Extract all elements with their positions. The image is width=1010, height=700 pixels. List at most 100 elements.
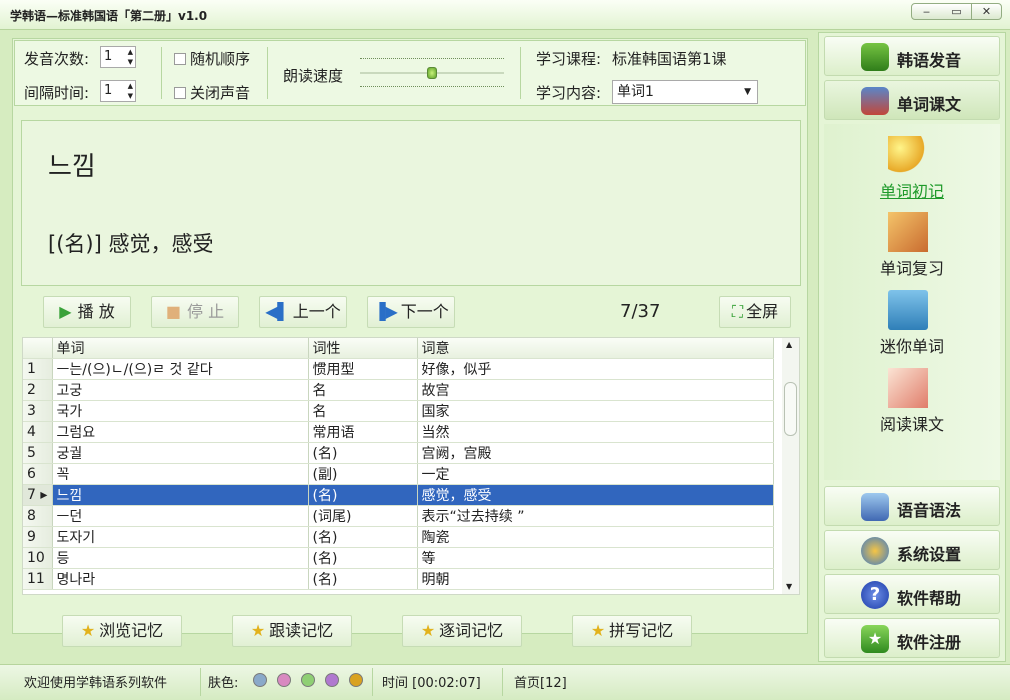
pos-cell: (名) (308, 442, 418, 464)
chevron-down-icon[interactable]: ▼ (744, 81, 751, 103)
monitor-icon[interactable] (888, 290, 928, 330)
content-select[interactable]: 单词1 ▼ (612, 80, 758, 104)
word-cell: 궁궐 (52, 442, 309, 464)
interval-label: 间隔时间: (24, 84, 90, 102)
sidebar-item-vocab-text[interactable]: 单词课文 (824, 80, 1000, 120)
row-index: 9 (23, 526, 53, 548)
table-row[interactable]: 1 ㅡ는/(으)ㄴ/(으)ㄹ 것 같다 惯用型 好像，似乎 (23, 358, 774, 380)
star-icon: ★ (250, 621, 266, 640)
skin-color-swatch[interactable] (253, 673, 267, 687)
row-index: 5 (23, 442, 53, 464)
maximize-button[interactable]: ▭ (941, 3, 972, 20)
meaning-cell: 当然 (417, 421, 774, 443)
word-by-word-button[interactable]: ★ 逐词记忆 (402, 615, 522, 647)
table-row[interactable]: 7 ▸ 느낌 (名) 感觉，感受 (23, 484, 774, 506)
word-cell: 명나라 (52, 568, 309, 590)
table-row[interactable]: 4 그럼요 常用语 当然 (23, 421, 774, 443)
mute-checkbox[interactable] (174, 87, 186, 99)
table-row[interactable]: 2 고궁 名故宫 (23, 379, 774, 401)
sidebar-sub-review[interactable]: 单词复习 (824, 255, 1000, 279)
page-indicator: 首页[12] (514, 676, 567, 691)
table-row[interactable]: 11 명나라 (名) 明朝 (23, 568, 774, 590)
interval-value: 1 (104, 83, 113, 98)
skin-color-swatch[interactable] (301, 673, 315, 687)
pos-cell: (名) (308, 484, 418, 506)
next-button[interactable]: ▐▶ 下一个 (367, 296, 455, 328)
repeat-value: 1 (104, 49, 113, 64)
welcome-text: 欢迎使用学韩语系列软件 (24, 676, 168, 691)
divider (200, 668, 201, 696)
fullscreen-icon: ⛶ (731, 302, 744, 321)
meaning-cell: 一定 (417, 463, 774, 485)
column-header-word[interactable]: 单词 (52, 338, 309, 359)
sidebar-item-settings[interactable]: 系统设置 (824, 530, 1000, 570)
spelling-memory-button[interactable]: ★ 拼写记忆 (572, 615, 692, 647)
meaning-cell: 故宫 (417, 379, 774, 401)
skin-color-swatch[interactable] (349, 673, 363, 687)
previous-icon: ◀▌ (265, 302, 290, 321)
table-row[interactable]: 6 꼭 (副) 一定 (23, 463, 774, 485)
spinner-arrows-icon[interactable]: ▲ ▼ (128, 47, 133, 67)
browse-memory-button[interactable]: ★ 浏览记忆 (62, 615, 182, 647)
follow-read-button[interactable]: ★ 跟读记忆 (232, 615, 352, 647)
row-index: 8 (23, 505, 53, 527)
current-meaning: [(名)] 感觉，感受 (48, 232, 214, 256)
sidebar-sub-mini-words[interactable]: 迷你单词 (824, 333, 1000, 357)
minimize-button[interactable]: ‒ (911, 3, 942, 20)
word-counter: 7/37 (620, 301, 661, 322)
content-label: 学习内容: (536, 84, 602, 102)
random-checkbox[interactable] (174, 53, 186, 65)
divider (502, 668, 503, 696)
books-icon (861, 87, 889, 115)
open-book-icon[interactable] (888, 368, 928, 408)
table-row[interactable]: 3 국가 名国家 (23, 400, 774, 422)
lightbulb-book-icon[interactable] (888, 136, 928, 176)
skin-color-swatch[interactable] (277, 673, 291, 687)
previous-button[interactable]: ◀▌ 上一个 (259, 296, 347, 328)
spinner-arrows-icon[interactable]: ▲ ▼ (128, 81, 133, 101)
divider (267, 47, 268, 99)
stop-icon: ■ (165, 302, 182, 321)
slider-ticks (360, 58, 504, 59)
pos-cell: 名 (308, 379, 418, 401)
stop-button[interactable]: ■ 停 止 (151, 296, 239, 328)
skin-color-swatch[interactable] (325, 673, 339, 687)
sidebar-item-pronunciation[interactable]: 韩语发音 (824, 36, 1000, 76)
column-header-index[interactable] (23, 338, 53, 359)
fullscreen-button[interactable]: ⛶ 全屏 (719, 296, 791, 328)
interval-spinner[interactable]: 1 ▲ ▼ (100, 80, 136, 102)
sidebar-item-register[interactable]: ★ 软件注册 (824, 618, 1000, 658)
scroll-up-icon[interactable]: ▲ (786, 340, 792, 349)
row-index: 2 (23, 379, 53, 401)
row-index: 11 (23, 568, 53, 590)
scrollbar-thumb[interactable] (784, 382, 797, 436)
word-cell: 도자기 (52, 526, 309, 548)
sidebar-item-help[interactable]: ? 软件帮助 (824, 574, 1000, 614)
repeat-spinner[interactable]: 1 ▲ ▼ (100, 46, 136, 68)
sidebar-item-grammar[interactable]: 语音语法 (824, 486, 1000, 526)
row-index: 7 ▸ (23, 484, 53, 506)
books-review-icon[interactable] (888, 212, 928, 252)
speed-slider-thumb[interactable] (427, 67, 437, 79)
table-scrollbar[interactable]: ▲ ▼ (782, 338, 799, 594)
scroll-down-icon[interactable]: ▼ (786, 582, 792, 591)
sidebar-sub-read-text[interactable]: 阅读课文 (824, 411, 1000, 435)
table-row[interactable]: 8 ㅡ던 (词尾) 表示“过去持续 ” (23, 505, 774, 527)
close-button[interactable]: ✕ (971, 3, 1002, 20)
star-icon: ★ (590, 621, 606, 640)
table-row[interactable]: 5 궁궐 (名) 宫阙，宫殿 (23, 442, 774, 464)
next-icon: ▐▶ (373, 302, 398, 321)
meaning-cell: 好像，似乎 (417, 358, 774, 380)
sidebar-sub-first-memory[interactable]: 单词初记 (824, 178, 1000, 202)
repeat-label: 发音次数: (24, 50, 90, 68)
column-header-pos[interactable]: 词性 (308, 338, 418, 359)
slider-ticks (360, 86, 504, 87)
play-button[interactable]: ▶ 播 放 (43, 296, 131, 328)
word-cell: 등 (52, 547, 309, 569)
course-label: 学习课程: (536, 50, 602, 68)
table-row[interactable]: 9 도자기 (名) 陶瓷 (23, 526, 774, 548)
word-cell: ㅡ던 (52, 505, 309, 527)
pos-cell: 名 (308, 400, 418, 422)
table-row[interactable]: 10 등 (名) 等 (23, 547, 774, 569)
column-header-meaning[interactable]: 词意 (417, 338, 774, 359)
